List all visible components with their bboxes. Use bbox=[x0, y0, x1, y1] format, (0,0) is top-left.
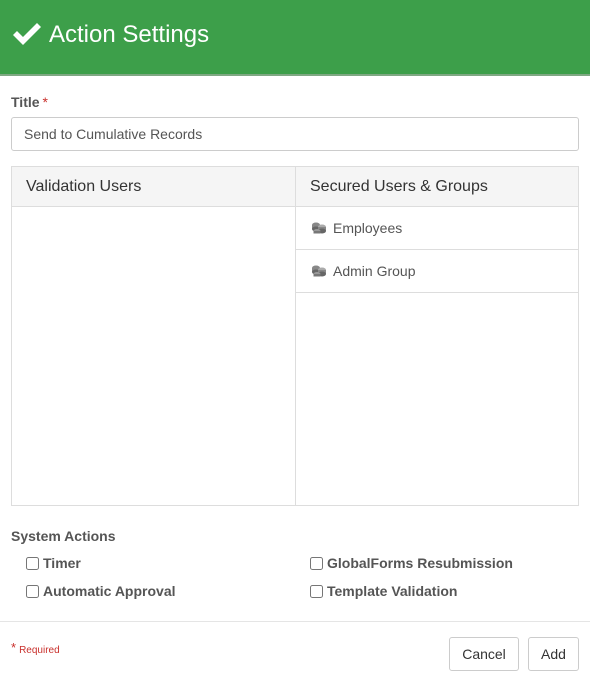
secured-item-admin-group[interactable]: Admin Group bbox=[296, 250, 578, 293]
secured-users-heading: Secured Users & Groups bbox=[296, 167, 578, 207]
template-validation-label: Template Validation bbox=[327, 583, 458, 599]
required-note: * Required bbox=[11, 640, 60, 656]
validation-users-heading: Validation Users bbox=[12, 167, 295, 207]
automatic-approval-label: Automatic Approval bbox=[43, 583, 176, 599]
title-label-text: Title bbox=[11, 94, 40, 110]
footer-divider bbox=[0, 621, 590, 622]
template-validation-option[interactable]: Template Validation bbox=[310, 583, 457, 599]
system-actions-label: System Actions bbox=[11, 528, 116, 544]
dialog-header: Action Settings bbox=[0, 0, 590, 76]
secured-users-panel: Secured Users & Groups Employees Admin G… bbox=[295, 166, 579, 506]
globalforms-resubmission-option[interactable]: GlobalForms Resubmission bbox=[310, 555, 513, 571]
secured-item-label: Employees bbox=[333, 220, 403, 236]
group-icon bbox=[312, 222, 326, 234]
secured-item-employees[interactable]: Employees bbox=[296, 207, 578, 250]
globalforms-resubmission-label: GlobalForms Resubmission bbox=[327, 555, 513, 571]
add-button[interactable]: Add bbox=[528, 637, 579, 671]
timer-option[interactable]: Timer bbox=[26, 555, 81, 571]
cancel-button[interactable]: Cancel bbox=[449, 637, 519, 671]
required-note-text: Required bbox=[19, 645, 60, 656]
timer-checkbox[interactable] bbox=[26, 556, 39, 570]
title-field-label: Title * bbox=[11, 94, 48, 110]
group-icon bbox=[312, 265, 326, 277]
checkmark-icon bbox=[13, 23, 41, 45]
automatic-approval-option[interactable]: Automatic Approval bbox=[26, 583, 176, 599]
dialog-title: Action Settings bbox=[49, 21, 210, 48]
title-input[interactable] bbox=[11, 117, 579, 151]
globalforms-resubmission-checkbox[interactable] bbox=[310, 556, 323, 570]
validation-users-panel: Validation Users bbox=[11, 166, 296, 506]
required-asterisk: * bbox=[42, 94, 48, 110]
automatic-approval-checkbox[interactable] bbox=[26, 584, 39, 598]
secured-item-label: Admin Group bbox=[333, 263, 416, 279]
template-validation-checkbox[interactable] bbox=[310, 584, 323, 598]
timer-label: Timer bbox=[43, 555, 81, 571]
required-note-star: * bbox=[11, 640, 17, 655]
